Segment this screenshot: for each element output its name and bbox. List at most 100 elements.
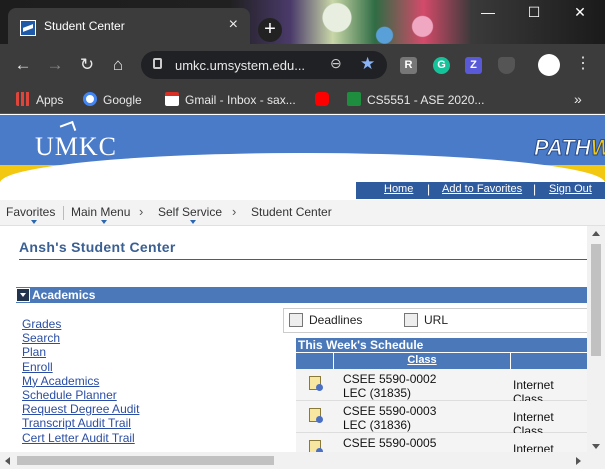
academics-section-header: Academics (16, 287, 587, 303)
extension-z-icon[interactable]: Z (465, 57, 482, 74)
browser-tab[interactable]: Student Center × (8, 8, 250, 44)
my-academics-link[interactable]: My Academics (22, 374, 139, 388)
address-bar[interactable]: umkc.umsystem.edu... ⊖ ★ (141, 51, 387, 79)
bookmark-cs5551[interactable]: CS5551 - ASE 2020... (347, 91, 484, 109)
theme-artwork (280, 0, 470, 44)
new-tab-button[interactable]: + (258, 18, 282, 42)
add-to-favorites-link[interactable]: Add to Favorites (442, 183, 522, 195)
cert-letter-audit-trail-link[interactable]: Cert Letter Audit Trail (22, 431, 139, 445)
chevron-right-icon: › (232, 204, 237, 219)
home-button[interactable]: ⌂ (107, 54, 129, 76)
umkc-banner: UMKC PATHW (0, 115, 605, 183)
class-column-header[interactable]: Class (334, 354, 510, 366)
maximize-button[interactable]: ☐ (511, 4, 557, 21)
browser-menu-icon[interactable]: ⋮ (575, 53, 591, 73)
top-nav: Home | Add to Favorites | Sign Out (0, 182, 605, 199)
grammarly-extension-icon[interactable]: G (433, 57, 450, 74)
lock-icon[interactable] (153, 58, 162, 69)
vertical-scroll-thumb[interactable] (591, 244, 601, 356)
home-link[interactable]: Home (384, 183, 413, 195)
nav-separator: | (533, 182, 537, 196)
table-row: CSEE 5590-0005 Internet Class (296, 433, 587, 452)
close-window-button[interactable]: ✕ (557, 4, 603, 21)
class-cell: CSEE 5590-0003 LEC (31836) (343, 404, 437, 432)
schedule-column-header: Class (296, 352, 587, 369)
scroll-down-icon[interactable] (592, 444, 600, 449)
bookmarks-bar: Apps Google Gmail - Inbox - sax... CS555… (0, 86, 605, 114)
title-divider (19, 259, 587, 260)
extension-r-icon[interactable]: R (400, 57, 417, 74)
breadcrumb-favorites[interactable]: Favorites (6, 205, 55, 224)
back-button[interactable]: ← (12, 54, 34, 76)
dropdown-arrow-icon (100, 220, 107, 224)
class-details-icon[interactable] (309, 376, 323, 391)
tab-close-icon[interactable]: × (229, 16, 238, 34)
reload-button[interactable]: ↻ (76, 54, 98, 76)
table-row: CSEE 5590-0002 LEC (31835) Internet Class (296, 369, 587, 406)
shield-extension-icon[interactable] (498, 57, 515, 74)
bookmark-google[interactable]: Google (83, 91, 142, 109)
chevron-right-icon: › (139, 204, 144, 219)
bookmarks-overflow-button[interactable]: » (574, 91, 582, 107)
tab-title: Student Center (44, 19, 125, 33)
forward-button[interactable]: → (44, 54, 66, 76)
table-row: CSEE 5590-0003 LEC (31836) Internet Class (296, 401, 587, 438)
apps-grid-icon (16, 92, 30, 106)
minimize-button[interactable]: — (465, 4, 511, 20)
search-link[interactable]: Search (22, 331, 139, 345)
weekly-schedule: This Week's Schedule Class CSEE 5590-000… (296, 338, 587, 452)
plan-link[interactable]: Plan (22, 345, 139, 359)
class-cell: CSEE 5590-0002 LEC (31835) (343, 372, 437, 400)
bookmark-apps[interactable]: Apps (16, 91, 63, 109)
bookmark-gmail[interactable]: Gmail - Inbox - sax... (165, 91, 296, 109)
url-button[interactable]: URL (404, 313, 448, 327)
browser-titlebar: Student Center × + — ☐ ✕ (0, 0, 605, 44)
pathway-logo: PATHW (534, 135, 605, 161)
grades-link[interactable]: Grades (22, 317, 139, 331)
breadcrumb-divider (63, 206, 64, 220)
umkc-logo: UMKC (35, 120, 117, 162)
bookmark-youtube[interactable] (315, 91, 335, 109)
breadcrumb-student-center: Student Center (251, 205, 332, 219)
enroll-link[interactable]: Enroll (22, 360, 139, 374)
scroll-right-icon[interactable] (576, 457, 581, 465)
bookmark-plus-icon (347, 92, 361, 106)
class-cell: CSEE 5590-0005 (343, 436, 437, 450)
horizontal-scrollbar[interactable] (0, 452, 605, 469)
dropdown-arrow-icon (30, 220, 37, 224)
zoom-icon[interactable]: ⊖ (330, 55, 342, 72)
page: UMKC PATHW Home | Add to Favorites | Sig… (0, 115, 605, 469)
gmail-icon (165, 92, 179, 106)
sign-out-link[interactable]: Sign Out (549, 183, 592, 195)
nav-separator: | (427, 182, 431, 196)
icon-column-header (296, 353, 334, 369)
umkc-favicon-icon (20, 20, 36, 36)
page-title: Ansh's Student Center (19, 239, 176, 255)
deadlines-button[interactable]: Deadlines (289, 313, 362, 327)
breadcrumb-self-service[interactable]: Self Service (158, 205, 222, 224)
deadlines-icon (289, 313, 303, 327)
url-text[interactable]: umkc.umsystem.edu... (175, 58, 305, 73)
transcript-audit-trail-link[interactable]: Transcript Audit Trail (22, 416, 139, 430)
browser-toolbar: ← → ↻ ⌂ umkc.umsystem.edu... ⊖ ★ R G Z ⋮ (0, 44, 605, 86)
breadcrumb: Favorites Main Menu › Self Service › Stu… (0, 200, 605, 226)
google-icon (83, 92, 97, 106)
academics-section-title: Academics (32, 288, 96, 302)
main-content: Ansh's Student Center Academics Grades S… (0, 226, 587, 452)
scroll-left-icon[interactable] (5, 457, 10, 465)
scroll-up-icon[interactable] (592, 231, 600, 236)
breadcrumb-main-menu[interactable]: Main Menu (71, 205, 130, 224)
vertical-scrollbar[interactable] (587, 226, 605, 454)
type-column-header (510, 353, 587, 369)
horizontal-scroll-thumb[interactable] (17, 456, 274, 465)
profile-avatar[interactable] (538, 54, 560, 76)
request-degree-audit-link[interactable]: Request Degree Audit (22, 402, 139, 416)
quick-links-bar: Deadlines URL (283, 308, 587, 333)
class-details-icon[interactable] (309, 408, 323, 423)
schedule-planner-link[interactable]: Schedule Planner (22, 388, 139, 402)
youtube-icon (315, 92, 329, 106)
collapse-toggle-icon[interactable] (16, 288, 30, 302)
class-details-icon[interactable] (309, 440, 323, 452)
url-icon (404, 313, 418, 327)
bookmark-star-icon[interactable]: ★ (360, 54, 375, 74)
